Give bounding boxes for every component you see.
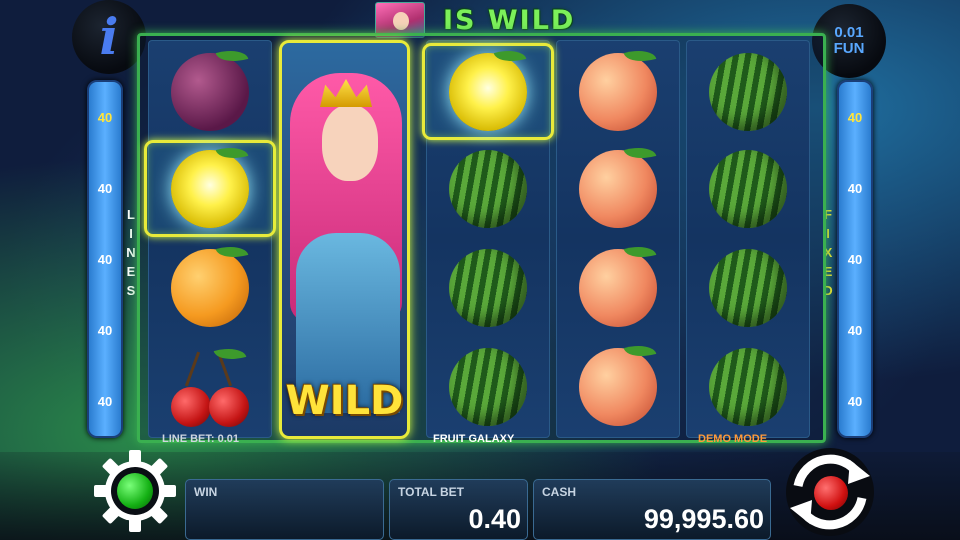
symbol-watermelon: [422, 338, 554, 435]
total-bet-label: TOTAL BET: [398, 485, 464, 499]
demo-mode-caption: DEMO MODE: [698, 433, 768, 445]
symbol-orange: [144, 239, 276, 336]
symbol-lemon: [422, 43, 554, 140]
wild-label: WILD: [285, 378, 404, 424]
line-indicator[interactable]: 40: [839, 394, 871, 409]
line-indicator[interactable]: 40: [839, 181, 871, 196]
win-label: WIN: [194, 485, 218, 499]
wild-symbol: WILD: [279, 40, 410, 439]
total-bet-value: 0.40: [468, 504, 521, 534]
line-indicator[interactable]: 40: [89, 394, 121, 409]
info-icon: i: [99, 7, 119, 66]
banner-text: IS WILD: [443, 5, 576, 36]
right-lines-bar: 40 40 40 40 40: [837, 80, 873, 438]
cash-label: CASH: [542, 485, 577, 499]
coin-value: 0.01: [834, 24, 864, 41]
settings-light: [117, 473, 153, 509]
win-display: WIN: [185, 479, 384, 540]
symbol-lemon: [144, 140, 276, 237]
princess-face: [322, 105, 378, 181]
total-bet-display[interactable]: TOTAL BET 0.40: [389, 479, 528, 540]
line-indicator[interactable]: 40: [839, 252, 871, 267]
symbol-plum: [144, 43, 276, 140]
spin-button[interactable]: [770, 440, 890, 540]
symbol-peach: [552, 338, 684, 435]
line-indicator[interactable]: 40: [839, 323, 871, 338]
cash-value: 99,995.60: [643, 504, 764, 534]
lines-vertical-label: LINES: [126, 207, 136, 298]
symbol-watermelon: [682, 239, 814, 336]
symbol-watermelon: [682, 43, 814, 140]
line-indicator[interactable]: 40: [89, 181, 121, 196]
symbol-peach: [552, 140, 684, 237]
left-lines-bar: 40 40 40 40 40: [87, 80, 123, 438]
settings-button[interactable]: [80, 440, 192, 540]
spin-light: [814, 476, 848, 510]
symbol-cherries: [144, 338, 276, 435]
coin-mode-label: FUN: [833, 40, 865, 57]
symbol-watermelon: [682, 140, 814, 237]
info-button[interactable]: i: [72, 0, 146, 74]
symbol-watermelon: [422, 239, 554, 336]
line-indicator[interactable]: 40: [839, 110, 871, 125]
symbol-peach: [552, 239, 684, 336]
line-indicator[interactable]: 40: [89, 110, 121, 125]
symbol-watermelon: [422, 140, 554, 237]
line-indicator[interactable]: 40: [89, 323, 121, 338]
cash-display: CASH 99,995.60: [533, 479, 771, 540]
symbol-peach: [552, 43, 684, 140]
symbol-watermelon: [682, 338, 814, 435]
line-indicator[interactable]: 40: [89, 252, 121, 267]
game-title: FRUIT GALAXY: [433, 433, 515, 445]
